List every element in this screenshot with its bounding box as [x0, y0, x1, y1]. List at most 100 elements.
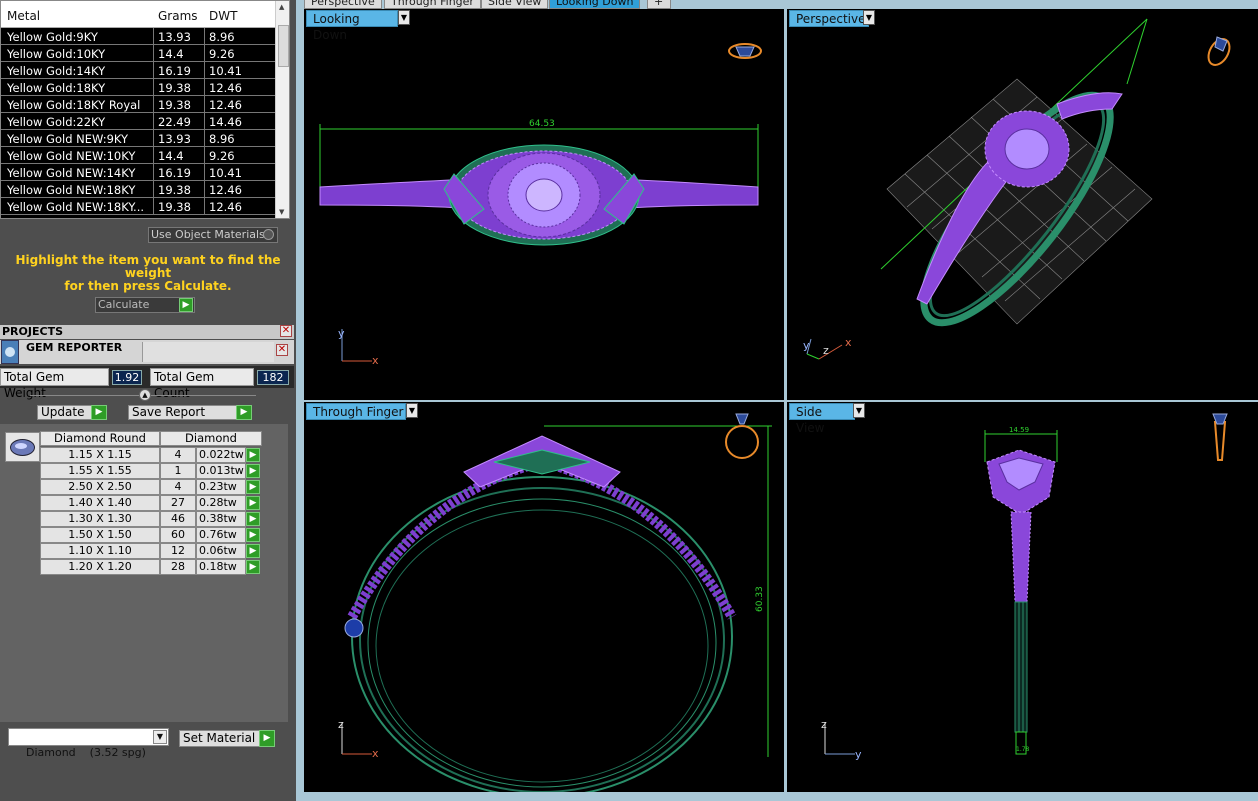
- play-icon[interactable]: ▶: [246, 448, 260, 462]
- add-tab-button[interactable]: +: [647, 0, 671, 9]
- axis-label-y: y: [855, 748, 862, 761]
- table-row-partial[interactable]: [1, 215, 275, 218]
- metal-dwt: 12.46: [204, 198, 264, 215]
- table-row[interactable]: 1.50 X 1.50 60 0.76tw ▶: [40, 527, 262, 543]
- collapse-icon[interactable]: ▲: [139, 389, 151, 401]
- table-row[interactable]: Yellow Gold:9KY 13.93 8.96: [1, 28, 275, 45]
- scroll-thumb[interactable]: [278, 25, 289, 67]
- chevron-down-icon[interactable]: ▼: [153, 730, 167, 744]
- table-row[interactable]: Yellow Gold:14KY 16.19 10.41: [1, 62, 275, 79]
- chevron-down-icon[interactable]: ▼: [398, 10, 410, 25]
- play-icon[interactable]: ▶: [246, 512, 260, 526]
- metal-table-header: Metal Grams DWT: [1, 1, 275, 28]
- gem-size: 1.40 X 1.40: [40, 495, 160, 511]
- play-icon[interactable]: ▶: [246, 528, 260, 542]
- gem-stats-bar: Total Gem Weight 1.92 Total Gem Count 18…: [0, 366, 294, 400]
- header-dwt: DWT: [209, 9, 238, 23]
- metal-grams: 16.19: [153, 164, 204, 181]
- calculate-label: Calculate: [98, 298, 150, 311]
- gem-weight: 0.38tw: [196, 511, 246, 527]
- dimension-label-bottom: 1.78: [1016, 746, 1030, 753]
- gem-thumbnail[interactable]: [5, 432, 40, 462]
- viewport-perspective[interactable]: y z x Perspective ▼: [787, 9, 1258, 400]
- metal-dwt: 9.26: [204, 45, 264, 62]
- viewport-looking-down[interactable]: 64.53 y x Looking Down ▼: [304, 9, 784, 400]
- table-row[interactable]: Yellow Gold NEW:18KY... 19.38 12.46: [1, 198, 275, 215]
- chevron-down-icon[interactable]: ▼: [863, 10, 875, 25]
- play-icon[interactable]: ▶: [246, 560, 260, 574]
- close-icon[interactable]: ✕: [280, 325, 292, 337]
- gem-size: 2.50 X 2.50: [40, 479, 160, 495]
- table-row[interactable]: Yellow Gold NEW:18KY 19.38 12.46: [1, 181, 275, 198]
- tab-looking-down[interactable]: Looking Down: [549, 0, 641, 9]
- gem-weight: 0.18tw: [196, 559, 246, 575]
- metal-name: Yellow Gold NEW:14KY: [7, 166, 136, 180]
- metal-dwt: 14.46: [204, 113, 264, 130]
- play-icon: ▶: [91, 405, 107, 420]
- play-icon[interactable]: ▶: [246, 480, 260, 494]
- viewport-label-looking-down[interactable]: Looking Down: [306, 10, 398, 42]
- tab-through-finger[interactable]: Through Finger: [384, 0, 481, 9]
- save-report-button[interactable]: Save Report ▶: [128, 405, 252, 420]
- play-icon: ▶: [179, 298, 193, 312]
- ring-thumbnail-icon: [725, 413, 759, 459]
- hint-line-2: for then press Calculate.: [64, 279, 232, 293]
- chevron-down-icon[interactable]: ▼: [406, 403, 418, 418]
- metal-grams: 22.49: [153, 113, 204, 130]
- table-row[interactable]: Yellow Gold NEW:9KY 13.93 8.96: [1, 130, 275, 147]
- metal-table-scrollbar[interactable]: ▲ ▼: [275, 1, 289, 218]
- table-row[interactable]: Yellow Gold NEW:10KY 14.4 9.26: [1, 147, 275, 164]
- update-button[interactable]: Update ▶: [37, 405, 107, 420]
- use-object-materials-toggle[interactable]: Use Object Materials: [148, 227, 278, 243]
- viewport-label-through-finger[interactable]: Through Finger: [306, 403, 406, 420]
- material-select[interactable]: Diamond (3.52 spg) ▼: [8, 728, 169, 759]
- table-row[interactable]: 1.10 X 1.10 12 0.06tw ▶: [40, 543, 262, 559]
- scroll-up-icon[interactable]: ▲: [279, 3, 284, 11]
- table-row[interactable]: Yellow Gold NEW:14KY 16.19 10.41: [1, 164, 275, 181]
- play-icon[interactable]: ▶: [246, 496, 260, 510]
- gem-size: 1.10 X 1.10: [40, 543, 160, 559]
- total-gem-count-value: 182: [257, 370, 289, 385]
- table-row[interactable]: 2.50 X 2.50 4 0.23tw ▶: [40, 479, 262, 495]
- metal-grams: 19.38: [153, 198, 204, 215]
- diamond-icon: [10, 439, 35, 456]
- gem-reporter-icon: [1, 340, 19, 364]
- table-row[interactable]: 1.20 X 1.20 28 0.18tw ▶: [40, 559, 262, 575]
- table-row[interactable]: 1.40 X 1.40 27 0.28tw ▶: [40, 495, 262, 511]
- gem-weight: 0.06tw: [196, 543, 246, 559]
- projects-header[interactable]: PROJECTS ✕: [0, 325, 294, 339]
- gem-weight: 0.022tw: [196, 447, 246, 463]
- metal-name: Yellow Gold:22KY: [7, 115, 106, 129]
- ring-thumbnail-icon: [728, 43, 762, 59]
- axis-label-z: z: [338, 718, 344, 731]
- metal-weight-table[interactable]: Metal Grams DWT Yellow Gold:9KY 13.93 8.96…: [0, 0, 290, 219]
- viewport-label-side-view[interactable]: Side View: [789, 403, 855, 435]
- scroll-down-icon[interactable]: ▼: [279, 208, 284, 216]
- tab-perspective[interactable]: Perspective: [304, 0, 382, 9]
- table-row[interactable]: Yellow Gold:22KY 22.49 14.46: [1, 113, 275, 130]
- gem-table-header-material: Diamond: [160, 431, 262, 446]
- table-row[interactable]: Yellow Gold:10KY 14.4 9.26: [1, 45, 275, 62]
- viewport-side-view[interactable]: 14.59 1.78 z y Side View ▼: [787, 402, 1258, 792]
- viewport-label-perspective[interactable]: Perspective: [789, 10, 869, 27]
- tab-side-view[interactable]: Side View: [481, 0, 549, 9]
- viewport-through-finger[interactable]: 60.33 z x Through Finger ▼: [304, 402, 784, 792]
- set-material-button[interactable]: Set Material ▶: [179, 730, 275, 747]
- table-row[interactable]: 1.15 X 1.15 4 0.022tw ▶: [40, 447, 262, 463]
- close-icon[interactable]: ✕: [276, 344, 288, 356]
- play-icon[interactable]: ▶: [246, 464, 260, 478]
- metal-name: Yellow Gold:14KY: [7, 64, 106, 78]
- perspective-render: y z x: [803, 18, 1231, 360]
- table-row[interactable]: 1.55 X 1.55 1 0.013tw ▶: [40, 463, 262, 479]
- table-row[interactable]: Yellow Gold:18KY 19.38 12.46: [1, 79, 275, 96]
- table-row[interactable]: Yellow Gold:18KY Royal 19.38 12.46: [1, 96, 275, 113]
- metal-grams: 13.93: [153, 28, 204, 45]
- chevron-down-icon[interactable]: ▼: [853, 403, 865, 418]
- radio-icon[interactable]: [263, 229, 274, 240]
- play-icon[interactable]: ▶: [246, 544, 260, 558]
- side-view-render: 14.59 1.78 z y: [821, 413, 1228, 761]
- table-row[interactable]: 1.30 X 1.30 46 0.38tw ▶: [40, 511, 262, 527]
- dimension-label: 60.33: [755, 586, 765, 612]
- calculate-button[interactable]: Calculate ▶: [95, 297, 195, 313]
- gem-count: 60: [160, 527, 196, 543]
